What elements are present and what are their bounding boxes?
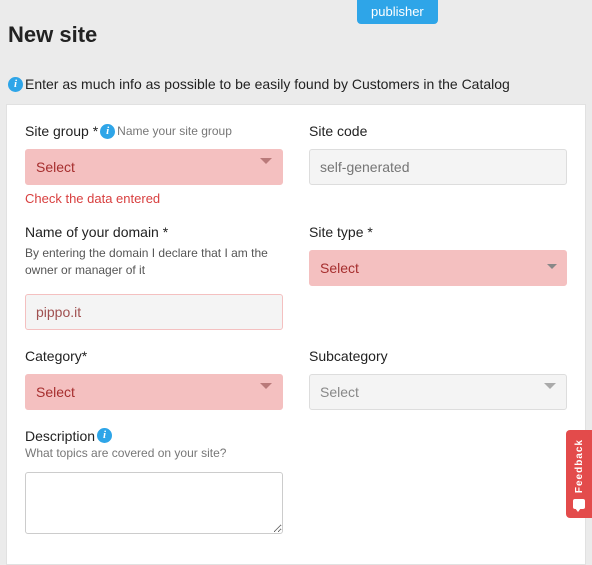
info-text: Enter as much info as possible to be eas… xyxy=(25,76,510,92)
subcategory-select-placeholder: Select xyxy=(320,384,359,400)
feedback-tab[interactable]: Feedback xyxy=(566,430,592,518)
info-bar: i Enter as much info as possible to be e… xyxy=(0,48,592,104)
description-textarea[interactable] xyxy=(25,472,283,534)
chevron-down-icon xyxy=(260,158,272,164)
site-group-error: Check the data entered xyxy=(25,191,283,206)
subcategory-label: Subcategory xyxy=(309,348,388,364)
site-group-label: Site group * xyxy=(25,123,98,139)
site-group-select[interactable]: Select xyxy=(25,149,283,185)
field-site-type: Site type * Select xyxy=(309,224,567,330)
site-type-label: Site type * xyxy=(309,224,373,240)
chat-icon xyxy=(573,499,585,509)
field-domain: Name of your domain * By entering the do… xyxy=(25,224,283,330)
info-icon: i xyxy=(8,77,23,92)
site-group-select-placeholder: Select xyxy=(36,159,75,175)
site-type-select[interactable]: Select xyxy=(309,250,567,286)
category-label: Category* xyxy=(25,348,87,364)
form-card: Site group * i Name your site group Sele… xyxy=(6,104,586,565)
description-label: Description xyxy=(25,428,95,444)
domain-declaration: By entering the domain I declare that I … xyxy=(25,245,283,280)
page-title: New site xyxy=(0,0,592,48)
subcategory-select[interactable]: Select xyxy=(309,374,567,410)
field-site-code: Site code xyxy=(309,123,567,206)
site-code-input xyxy=(309,149,567,185)
info-icon[interactable]: i xyxy=(100,124,115,139)
site-code-label: Site code xyxy=(309,123,367,139)
info-icon[interactable]: i xyxy=(97,428,112,443)
category-select[interactable]: Select xyxy=(25,374,283,410)
field-description: Description i What topics are covered on… xyxy=(25,428,283,534)
site-group-hint: Name your site group xyxy=(117,124,232,138)
chevron-down-icon xyxy=(544,383,556,389)
field-category: Category* Select xyxy=(25,348,283,410)
domain-input[interactable] xyxy=(25,294,283,330)
publisher-badge: publisher xyxy=(357,0,438,24)
description-hint: What topics are covered on your site? xyxy=(25,446,226,460)
category-select-placeholder: Select xyxy=(36,384,75,400)
field-site-group: Site group * i Name your site group Sele… xyxy=(25,123,283,206)
feedback-label: Feedback xyxy=(574,439,585,493)
field-subcategory: Subcategory Select xyxy=(309,348,567,410)
chevron-down-icon xyxy=(260,383,272,389)
domain-label: Name of your domain * xyxy=(25,224,168,240)
